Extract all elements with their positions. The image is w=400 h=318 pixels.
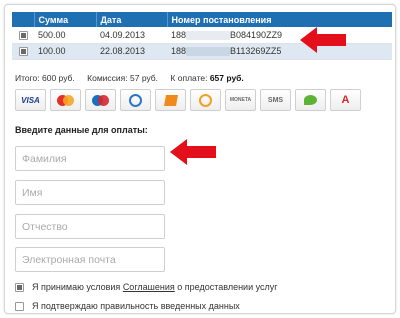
header-select [12,12,35,27]
row-amount: 500.00 [34,27,96,44]
confirm-checkbox[interactable] [15,301,24,311]
row-number: 188 B113269ZZ5 [167,43,392,60]
form-title: Введите данные для оплаты: [15,125,148,135]
topay-value: 657 руб. [209,73,244,83]
sms-icon: SMS [267,96,284,104]
alfa-icon: А [341,94,350,106]
totals-line: Итого: 600 руб. Комиссия: 57 руб. К опла… [15,73,244,83]
yandex-money-icon [163,94,178,106]
number-suffix: B084190ZZ9 [230,29,283,40]
webmoney-button[interactable] [120,89,151,111]
row-amount: 100.00 [34,43,96,60]
maestro-button[interactable] [85,89,116,111]
sberbank-icon [304,95,317,105]
qiwi-icon [199,93,212,107]
total-value: 600 руб. [42,73,75,83]
mastercard-button[interactable] [50,89,81,111]
name-field[interactable] [15,180,165,205]
header-amount: Сумма [34,12,97,27]
patronymic-field[interactable] [15,214,165,239]
moneta-button[interactable]: MONETA [225,89,256,111]
row-checkbox[interactable] [19,30,28,40]
alfa-button[interactable]: А [330,89,361,111]
terms-agreement: Я принимаю условия Соглашения о предоста… [15,282,278,292]
visa-logo: VISA [21,95,40,105]
sms-button[interactable]: SMS [260,89,291,111]
red-arrow-icon [170,139,216,165]
webmoney-icon [129,93,142,107]
row-checkbox[interactable] [19,47,28,57]
row-date: 04.09.2013 [96,27,167,44]
qiwi-button[interactable] [190,89,221,111]
topay-label: К оплате: [170,73,208,83]
total-label: Итого: [15,73,40,83]
email-field[interactable] [15,247,165,272]
number-suffix: B113269ZZ5 [230,45,282,56]
surname-field[interactable] [15,146,165,171]
yandex-money-button[interactable] [155,89,186,111]
terms-suffix: о предоставлении услуг [177,282,278,292]
payment-methods: VISA MONETA SMS А [15,89,361,111]
number-prefix: 188 [171,45,187,56]
row-date: 22.08.2013 [96,43,167,60]
terms-link[interactable]: Соглашения [123,282,175,292]
sberbank-button[interactable] [295,89,326,111]
visa-button[interactable]: VISA [15,89,46,111]
number-prefix: 188 [171,29,187,40]
header-number: Номер постановления [167,12,392,27]
redacted-block [186,30,231,40]
confirm-agreement: Я подтверждаю правильность введенных дан… [15,301,240,311]
commission-value: 57 руб. [130,73,159,83]
redacted-block [186,47,231,57]
confirm-text: Я подтверждаю правильность введенных дан… [32,301,240,311]
moneta-icon: MONETA [229,97,252,103]
terms-prefix: Я принимаю условия [32,282,121,292]
row-number: 188 B084190ZZ9 [167,27,392,44]
red-arrow-icon [300,27,346,53]
table-header-row: Сумма Дата Номер постановления [12,12,392,27]
commission-label: Комиссия: [87,73,128,83]
terms-checkbox[interactable] [15,282,24,292]
header-date: Дата [96,12,168,27]
